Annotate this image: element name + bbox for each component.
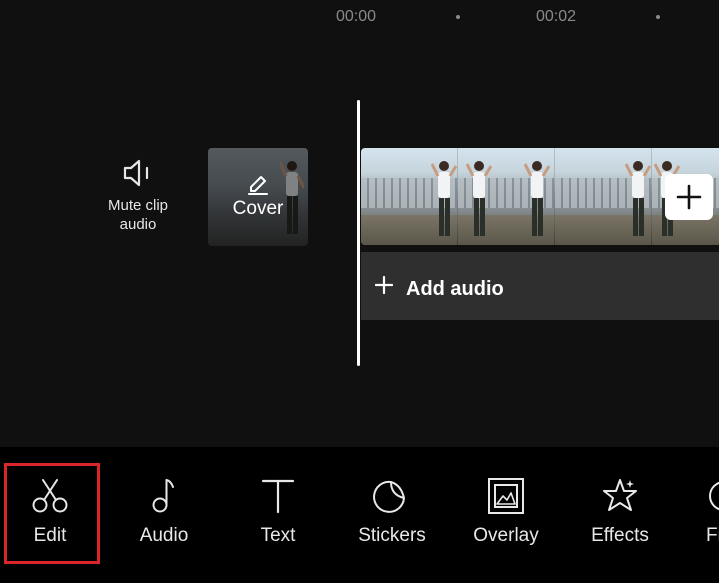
toolbar-overlay-label: Overlay	[473, 525, 539, 546]
effects-star-icon	[603, 479, 637, 511]
toolbar-filters-label: Fi	[706, 525, 719, 546]
video-frame	[458, 148, 555, 245]
toolbar-text-label: Text	[260, 525, 296, 546]
add-audio-button[interactable]: Add audio	[361, 252, 719, 320]
plus-icon	[676, 184, 702, 210]
filter-icon	[709, 481, 719, 511]
frame-person	[524, 161, 550, 236]
mute-clip-audio-button[interactable]: Mute clip audio	[96, 158, 180, 234]
playhead[interactable]	[357, 100, 360, 366]
overlay-icon	[488, 478, 524, 514]
music-note-icon	[152, 479, 174, 513]
mute-label-line2: audio	[119, 216, 157, 233]
toolbar-stickers-label: Stickers	[358, 525, 426, 546]
cover-label: Cover	[232, 198, 284, 219]
speaker-icon	[123, 159, 149, 187]
toolbar-text[interactable]: Text	[228, 477, 328, 547]
frame-person	[466, 161, 492, 236]
cover-content: Cover	[208, 170, 308, 220]
cover-button[interactable]: Cover	[208, 148, 308, 246]
add-clip-button[interactable]	[665, 174, 713, 220]
timeline-ruler[interactable]: 00:00 00:02	[0, 0, 719, 36]
toolbar-filters[interactable]: Fi	[684, 477, 719, 547]
toolbar-stickers[interactable]: Stickers	[342, 477, 442, 547]
toolbar-overlay[interactable]: Overlay	[456, 477, 556, 547]
sticker-icon	[373, 480, 405, 513]
add-audio-label: Add audio	[406, 278, 504, 300]
toolbar-effects[interactable]: Effects	[570, 477, 670, 547]
toolbar-audio[interactable]: Audio	[114, 477, 214, 547]
video-frame	[555, 148, 652, 245]
bottom-toolbar: Edit Audio Text Stickers Overlay Effects…	[0, 447, 719, 583]
ruler-dot	[456, 15, 460, 19]
selection-highlight	[4, 463, 100, 564]
mute-label-line1: Mute clip	[107, 197, 169, 214]
video-editor: 00:00 00:02 Mute clip audio Cover Add au…	[0, 0, 719, 583]
time-tick-1: 00:02	[536, 8, 577, 25]
plus-icon	[375, 276, 393, 294]
toolbar-audio-label: Audio	[139, 525, 189, 546]
video-frame	[361, 148, 458, 245]
toolbar-effects-label: Effects	[591, 525, 649, 546]
edit-pencil-icon	[248, 176, 268, 195]
frame-person	[431, 161, 457, 236]
time-tick-0: 00:00	[336, 8, 377, 25]
ruler-dot	[656, 15, 660, 19]
text-icon	[261, 479, 295, 514]
frame-person	[625, 161, 651, 236]
